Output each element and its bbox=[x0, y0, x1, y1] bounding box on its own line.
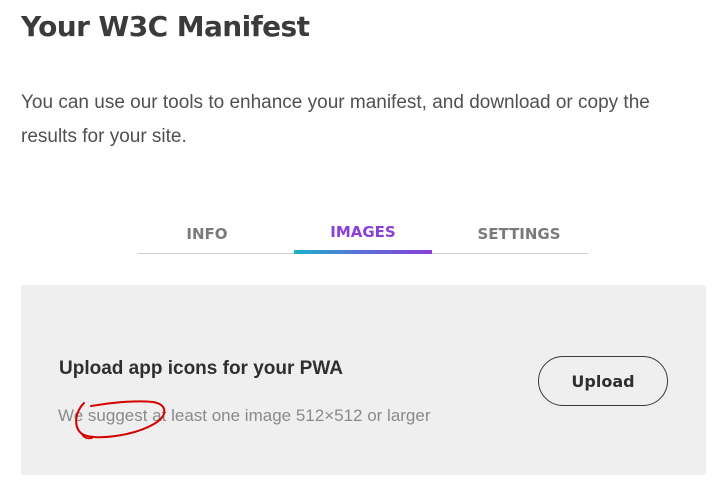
tab-settings[interactable]: SETTINGS bbox=[450, 218, 588, 254]
page-description: You can use our tools to enhance your ma… bbox=[21, 92, 650, 147]
manifest-page: Your W3C Manifest You can use our tools … bbox=[0, 0, 716, 491]
tab-info[interactable]: INFO bbox=[138, 218, 276, 254]
upload-icons-panel: Upload app icons for your PWA We suggest… bbox=[21, 285, 706, 475]
page-title: Your W3C Manifest bbox=[21, 10, 310, 43]
upload-button[interactable]: Upload bbox=[538, 356, 668, 406]
upload-heading: Upload app icons for your PWA bbox=[59, 358, 343, 379]
manifest-tabs: INFO IMAGES SETTINGS bbox=[138, 218, 588, 254]
tab-images[interactable]: IMAGES bbox=[294, 218, 432, 254]
upload-hint: We suggest at least one image 512×512 or… bbox=[58, 406, 431, 425]
active-tab-indicator bbox=[294, 250, 432, 254]
